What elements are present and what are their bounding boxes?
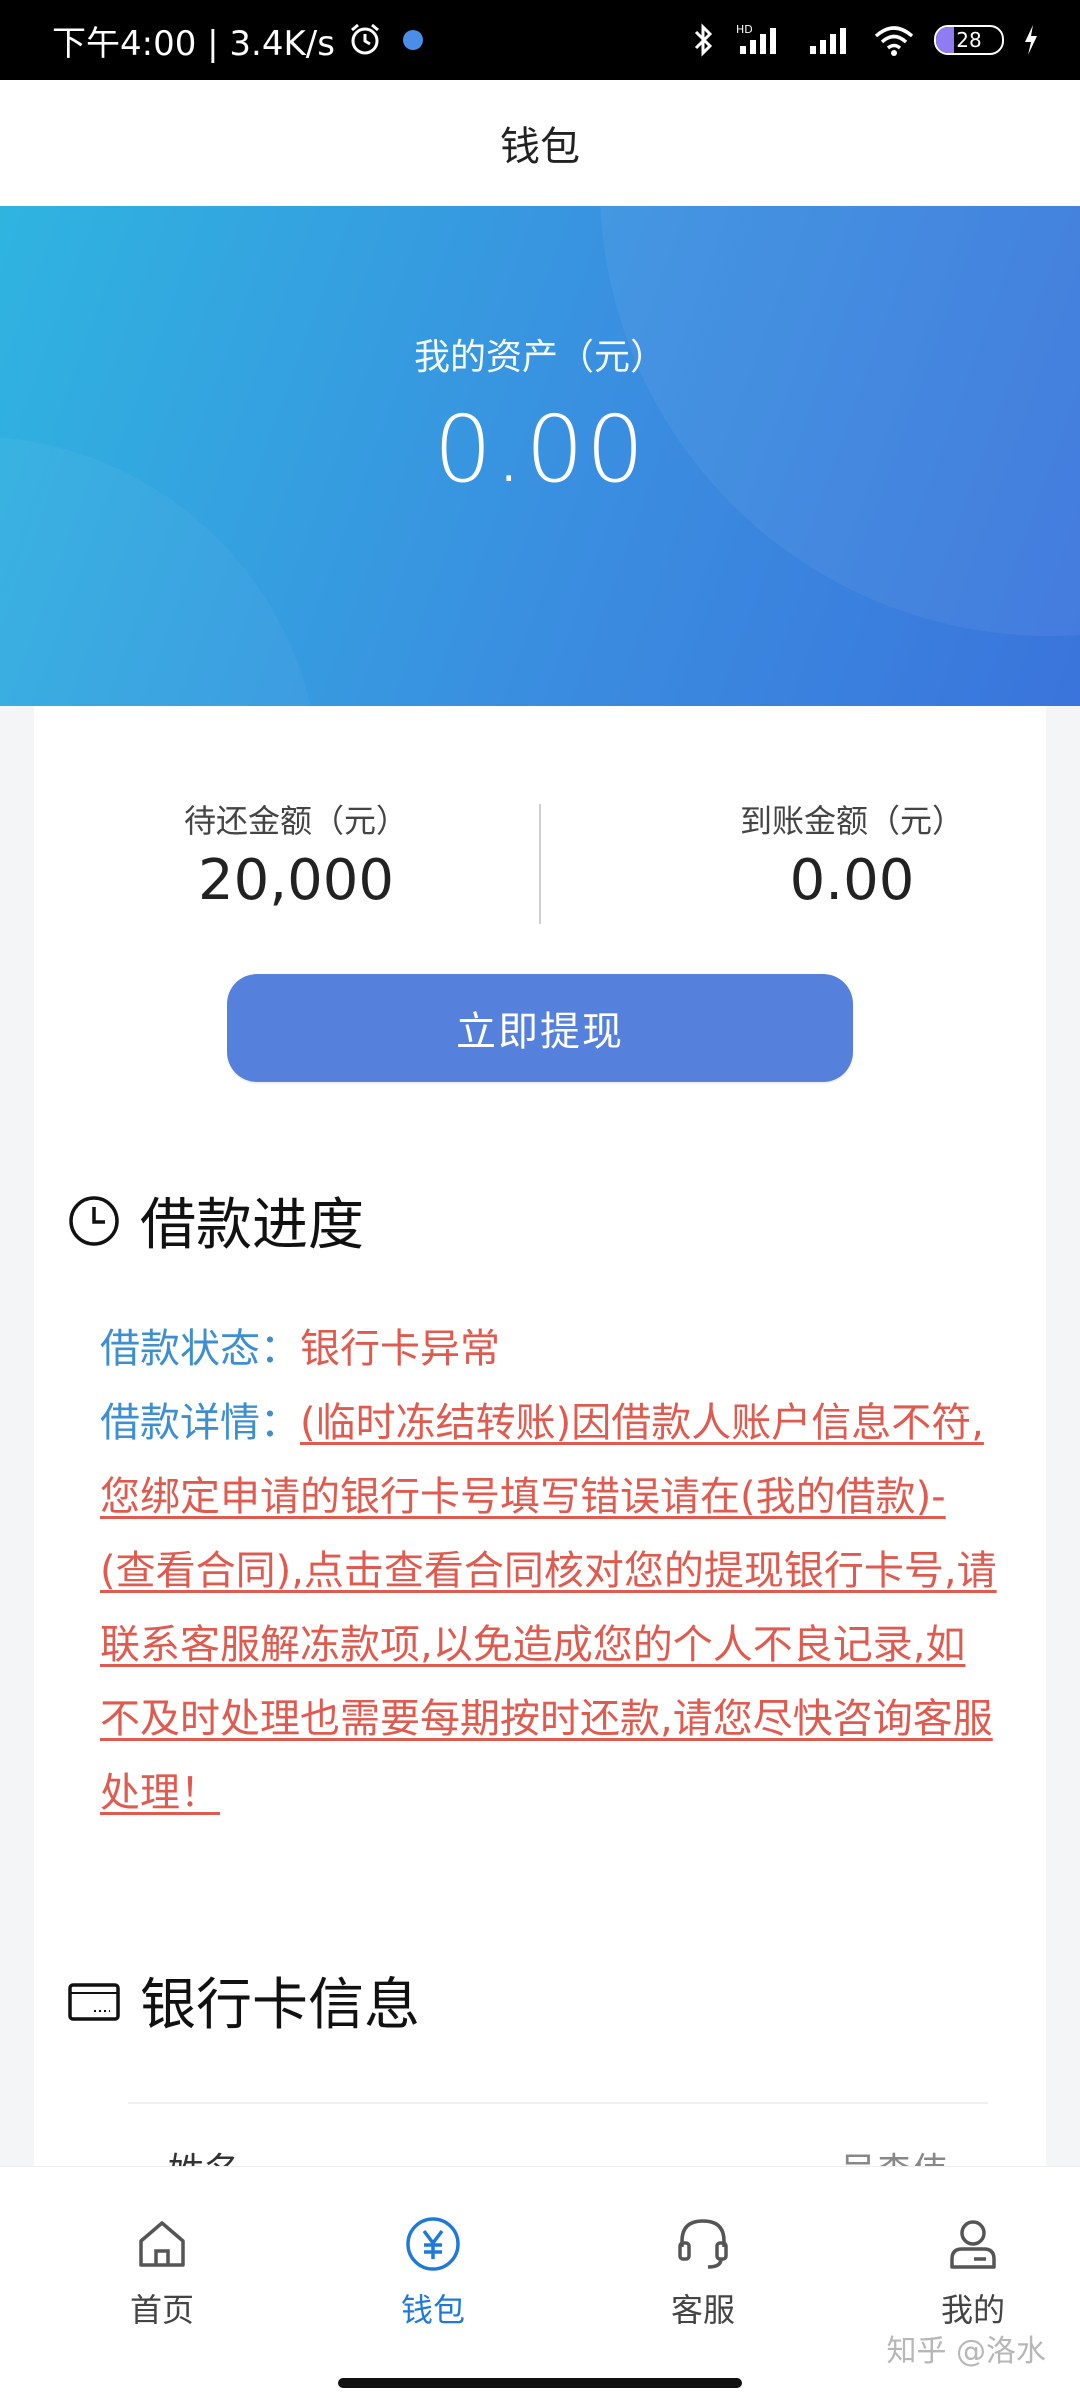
watermark: 知乎 @洛水 xyxy=(886,2334,1046,2369)
loan-progress-content: 借款状态：银行卡异常 借款详情：(临时冻结转账)因借款人账户信息不符,您绑定申请… xyxy=(100,1312,1000,1830)
hd-label: HD xyxy=(736,23,753,36)
app-notification-icon xyxy=(402,30,423,50)
status-right: HD 28 xyxy=(692,22,1040,58)
loan-detail-line: 借款详情：(临时冻结转账)因借款人账户信息不符,您绑定申请的银行卡号填写错误请在… xyxy=(100,1386,1000,1830)
loan-status-line: 借款状态：银行卡异常 xyxy=(100,1312,1000,1386)
nav-service[interactable]: 客服 xyxy=(603,2209,803,2331)
bank-info-title: 银行卡信息 xyxy=(140,1973,420,2038)
wifi-icon xyxy=(874,26,914,56)
signal-hd-icon: HD xyxy=(736,23,776,54)
charging-icon xyxy=(1025,25,1037,55)
pending-label: 待还金额（元） xyxy=(183,802,408,840)
bluetooth-icon xyxy=(694,23,713,57)
pending-repayment: 待还金额（元） 20,000 xyxy=(96,796,496,913)
wallet-icon xyxy=(333,2209,533,2279)
nav-profile[interactable]: 我的 xyxy=(873,2209,1073,2331)
signal-icon xyxy=(810,28,846,54)
wallet-card: 待还金额（元） 20,000 到账金额（元） 0.00 立即提现 借款进度 借款… xyxy=(34,706,1046,2168)
bank-card-icon xyxy=(68,1975,120,2027)
profile-icon xyxy=(873,2209,1073,2279)
assets-amount: 0.00 xyxy=(433,396,647,503)
battery-level: 28 xyxy=(956,28,982,52)
nav-wallet[interactable]: 钱包 xyxy=(333,2209,533,2331)
status-left: 下午4:00 | 3.4K/s xyxy=(52,16,423,65)
status-time-speed: 下午4:00 | 3.4K/s xyxy=(52,23,335,64)
arrived-label: 到账金额（元） xyxy=(739,802,964,840)
bank-name-row: 姓名 吴森伟 xyxy=(128,2102,988,2168)
bank-info-header: 银行卡信息 xyxy=(68,1960,420,2041)
nav-home[interactable]: 首页 xyxy=(62,2209,262,2331)
status-bar: 下午4:00 | 3.4K/s HD 28 xyxy=(0,0,1080,80)
arrived-amount: 到账金额（元） 0.00 xyxy=(652,796,1052,913)
alarm-icon xyxy=(351,23,379,55)
stats-divider xyxy=(539,804,541,924)
assets-label: 我的资产（元） xyxy=(413,337,666,378)
loan-status-value: 银行卡异常 xyxy=(300,1326,500,1372)
bank-name-label: 姓名 xyxy=(168,2142,240,2168)
loan-status-key: 借款状态： xyxy=(100,1326,300,1372)
nav-wallet-label: 钱包 xyxy=(400,2291,465,2329)
loan-detail-value[interactable]: (临时冻结转账)因借款人账户信息不符,您绑定申请的银行卡号填写错误请在(我的借款… xyxy=(100,1400,997,1816)
nav-home-label: 首页 xyxy=(129,2291,194,2329)
assets-banner: 我的资产（元） 0.00 xyxy=(0,206,1080,706)
loan-detail-key: 借款详情： xyxy=(100,1400,300,1446)
bank-name-value: 吴森伟 xyxy=(840,2142,948,2168)
nav-profile-label: 我的 xyxy=(940,2291,1005,2329)
clock-icon xyxy=(68,1195,120,1247)
home-icon xyxy=(62,2209,262,2279)
page-header: 钱包 xyxy=(0,80,1080,206)
headset-icon xyxy=(603,2209,803,2279)
battery-indicator: 28 xyxy=(934,25,1004,55)
loan-progress-header: 借款进度 xyxy=(68,1180,364,1261)
nav-service-label: 客服 xyxy=(670,2291,735,2329)
gesture-home-bar[interactable] xyxy=(338,2378,742,2388)
page-title: 钱包 xyxy=(500,124,580,170)
pending-value: 20,000 xyxy=(198,848,394,913)
withdraw-button[interactable]: 立即提现 xyxy=(227,974,853,1082)
arrived-value: 0.00 xyxy=(789,848,915,913)
loan-progress-title: 借款进度 xyxy=(140,1193,364,1258)
